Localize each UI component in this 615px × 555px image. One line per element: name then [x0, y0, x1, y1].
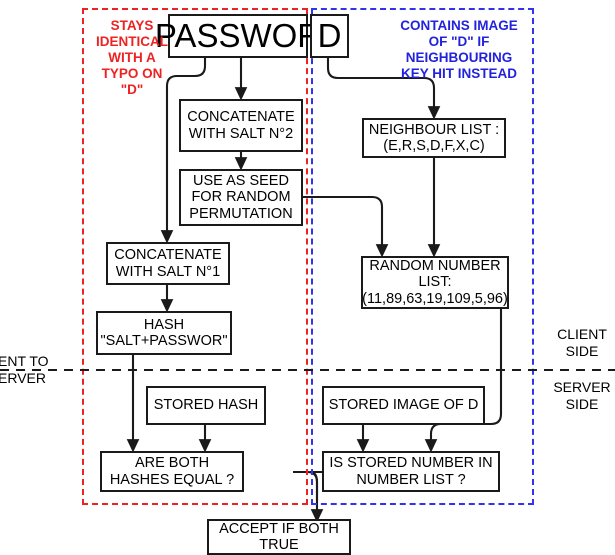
hash-box: HASH "SALT+PASSWOR" [96, 311, 232, 355]
concatenate-salt1-box: CONCATENATE WITH SALT N°1 [106, 242, 230, 285]
is-stored-number-in-list-box: IS STORED NUMBER IN NUMBER LIST ? [322, 451, 500, 492]
sent-to-server-label: ENT TO ERVER [0, 353, 49, 386]
use-as-seed-box: USE AS SEED FOR RANDOM PERMUTATION [179, 169, 303, 226]
password-prefix-box: PASSWOR [155, 14, 321, 58]
stored-hash-box: STORED HASH [146, 386, 266, 425]
stored-image-of-d-box: STORED IMAGE OF D [322, 386, 485, 425]
note-stays-identical: STAYS IDENTICAL WITH A TYPO ON "D" [96, 18, 168, 97]
accept-if-both-true-box: ACCEPT IF BOTH TRUE [207, 519, 351, 555]
neighbour-list-box: NEIGHBOUR LIST : (E,R,S,D,F,X,C) [362, 118, 506, 158]
client-side-label: CLIENT SIDE [557, 326, 607, 359]
flowchart-diagram: PASSWOR D CONCATENATE WITH SALT N°2 USE … [0, 0, 615, 555]
password-last-char-box: D [310, 14, 349, 58]
random-number-list-box: RANDOM NUMBER LIST: (11,89,63,19,109,5,9… [361, 256, 509, 309]
concatenate-salt2-box: CONCATENATE WITH SALT N°2 [179, 99, 303, 152]
note-contains-image: CONTAINS IMAGE OF "D" IF NEIGHBOURING KE… [400, 18, 518, 81]
are-both-hashes-equal-box: ARE BOTH HASHES EQUAL ? [100, 451, 244, 492]
server-side-label: SERVER SIDE [553, 379, 611, 412]
